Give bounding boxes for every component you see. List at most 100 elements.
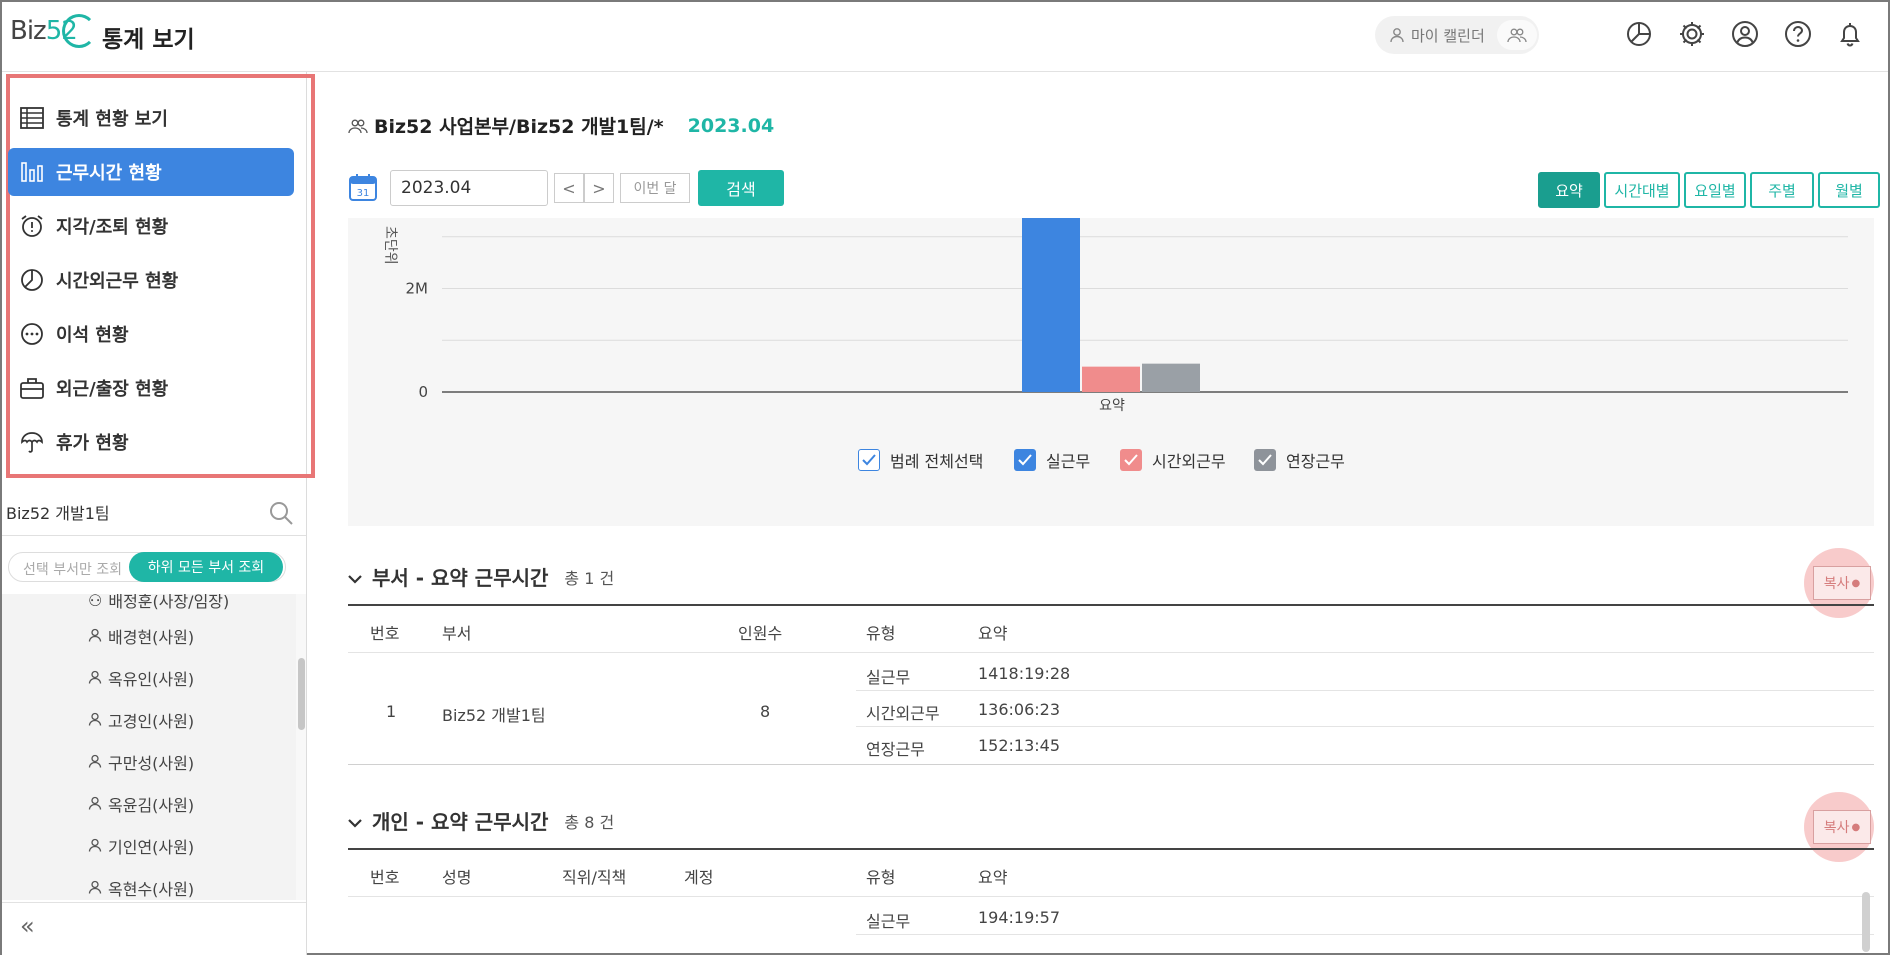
copy-button[interactable]: 복사 ● xyxy=(1813,566,1871,600)
user-circle-icon[interactable] xyxy=(1729,18,1761,50)
menu-vacation[interactable]: 휴가 현황 xyxy=(8,418,294,466)
menu-work-hours[interactable]: 근무시간 현황 xyxy=(8,148,294,196)
tree-item[interactable]: 옥윤김(사원) xyxy=(88,792,194,816)
help-icon[interactable] xyxy=(1782,18,1814,50)
tree-item[interactable]: 옥유인(사원) xyxy=(88,666,194,690)
tab-by-weekday[interactable]: 요일별 xyxy=(1684,172,1746,208)
table-cell: 8 xyxy=(760,702,771,721)
all-sub-dept-option[interactable]: 하위 모든 부서 조회 xyxy=(129,552,283,582)
prev-month-button[interactable]: < xyxy=(554,173,584,203)
pie-icon xyxy=(18,266,46,294)
bar-overtime[interactable] xyxy=(1082,366,1140,392)
column-header: 유형 xyxy=(866,624,896,643)
person-section-title[interactable]: 개인 - 요약 근무시간 총 8 건 xyxy=(348,806,614,835)
tab-by-month[interactable]: 월별 xyxy=(1818,172,1880,208)
legend-real-work[interactable]: 실근무 xyxy=(1014,448,1090,472)
next-month-button[interactable]: > xyxy=(584,173,614,203)
tree-item-label: 구만성(사원) xyxy=(108,754,195,773)
section-title-text: 부서 - 요약 근무시간 xyxy=(372,566,549,590)
bar-chart-icon xyxy=(18,158,46,186)
tree-item-label: 고경인(사원) xyxy=(108,712,195,731)
legend-overtime[interactable]: 시간외근무 xyxy=(1120,448,1226,472)
person-icon xyxy=(88,795,102,814)
top-header: Biz52 통계 보기 마이 캘린더 xyxy=(2,2,1888,72)
menu-stats-overview[interactable]: 통계 현황 보기 xyxy=(8,94,294,142)
record-count: 총 8 건 xyxy=(564,812,615,832)
column-header: 요약 xyxy=(978,868,1008,887)
tree-item-label: 옥유인(사원) xyxy=(108,670,195,689)
calendar-day: 31 xyxy=(357,188,370,199)
group-calendar-toggle[interactable] xyxy=(1497,20,1537,50)
legend-extended-work[interactable]: 연장근무 xyxy=(1254,448,1345,472)
divider xyxy=(2,902,306,903)
gear-icon[interactable] xyxy=(1676,18,1708,50)
bar-extended-work[interactable] xyxy=(1142,363,1200,392)
legend-label: 실근무 xyxy=(1046,452,1091,471)
checkbox-icon xyxy=(1014,449,1036,471)
person-icon xyxy=(88,627,102,646)
menu-away[interactable]: 이석 현황 xyxy=(8,310,294,358)
column-header: 유형 xyxy=(866,868,896,887)
person-icon xyxy=(88,879,102,898)
menu-late-early[interactable]: 지각/조퇴 현황 xyxy=(8,202,294,250)
menu-field-trip[interactable]: 외근/출장 현황 xyxy=(8,364,294,412)
chevron-down-icon xyxy=(348,809,362,833)
breadcrumb-date: 2023.04 xyxy=(687,114,775,137)
bell-icon[interactable] xyxy=(1834,18,1866,50)
menu-label: 이석 현황 xyxy=(56,325,129,346)
month-input[interactable]: 2023.04 xyxy=(390,170,548,206)
person-icon xyxy=(88,711,102,730)
selected-dept-only-option[interactable]: 선택 부서만 조회 xyxy=(23,559,122,579)
table-icon xyxy=(18,104,46,132)
tree-scrollbar-thumb[interactable] xyxy=(298,658,305,730)
menu-label: 근무시간 현황 xyxy=(56,163,162,184)
tree-item-label: 배정훈(사장/임장) xyxy=(108,594,230,611)
legend-label: 시간외근무 xyxy=(1152,452,1226,471)
y-tick-label: 0 xyxy=(418,383,428,401)
my-calendar-button[interactable]: 마이 캘린더 xyxy=(1375,16,1539,54)
person-icon xyxy=(88,837,102,856)
tree-item[interactable]: 구만성(사원) xyxy=(88,750,194,774)
tree-item[interactable]: ⚇ 배정훈(사장/임장) xyxy=(88,594,229,612)
bar-real-work[interactable] xyxy=(1022,218,1080,392)
menu-overtime[interactable]: 시간외근무 현황 xyxy=(8,256,294,304)
org-search-bar[interactable]: Biz52 개발1팀 xyxy=(2,488,306,536)
table-top-border xyxy=(348,848,1874,850)
legend-select-all[interactable]: 범례 전체선택 xyxy=(858,448,983,472)
legend-label: 범례 전체선택 xyxy=(890,452,984,471)
section-title-text: 개인 - 요약 근무시간 xyxy=(372,810,549,834)
tree-item[interactable]: 배경현(사원) xyxy=(88,624,194,648)
tab-summary[interactable]: 요약 xyxy=(1538,172,1600,208)
org-tree: ⚇ 배정훈(사장/임장) 배경현(사원) 옥유인(사원) 고경인(사원) 구만성(… xyxy=(2,594,298,900)
menu-label: 지각/조퇴 현황 xyxy=(56,217,169,238)
tree-scrollbar[interactable] xyxy=(296,594,306,900)
tab-by-week[interactable]: 주별 xyxy=(1750,172,1814,208)
menu-label: 통계 현황 보기 xyxy=(56,109,168,130)
calendar-icon[interactable]: 31 xyxy=(348,172,378,202)
this-month-button[interactable]: 이번 달 xyxy=(620,173,690,203)
breadcrumb-path: Biz52 사업본부/Biz52 개발1팀/* xyxy=(374,116,664,138)
column-header: 번호 xyxy=(370,868,400,887)
umbrella-icon xyxy=(18,428,46,456)
tree-item[interactable]: 옥현수(사원) xyxy=(88,876,194,900)
tree-item[interactable]: 기인연(사원) xyxy=(88,834,194,858)
biz52-logo[interactable]: Biz52 xyxy=(10,14,96,48)
search-icon[interactable] xyxy=(268,500,294,526)
alarm-icon xyxy=(18,212,46,240)
tree-item-label: 옥현수(사원) xyxy=(108,880,195,899)
divider xyxy=(856,690,1874,691)
collapse-sidebar-button[interactable]: « xyxy=(20,912,35,940)
person-icon xyxy=(1390,28,1404,43)
main-scrollbar-thumb[interactable] xyxy=(1862,892,1870,952)
tree-item[interactable]: 고경인(사원) xyxy=(88,708,194,732)
search-button[interactable]: 검색 xyxy=(698,170,784,206)
tab-by-hour[interactable]: 시간대별 xyxy=(1604,172,1680,208)
pie-chart-icon[interactable] xyxy=(1623,18,1655,50)
logo-ring-icon xyxy=(62,14,96,48)
person-icon xyxy=(88,669,102,688)
dept-section-title[interactable]: 부서 - 요약 근무시간 총 1 건 xyxy=(348,562,614,591)
logo-text: Biz xyxy=(10,16,47,46)
copy-button[interactable]: 복사 ● xyxy=(1813,810,1871,844)
group-icon xyxy=(1507,28,1527,43)
dept-scope-toggle[interactable]: 선택 부서만 조회 하위 모든 부서 조회 xyxy=(8,552,286,582)
